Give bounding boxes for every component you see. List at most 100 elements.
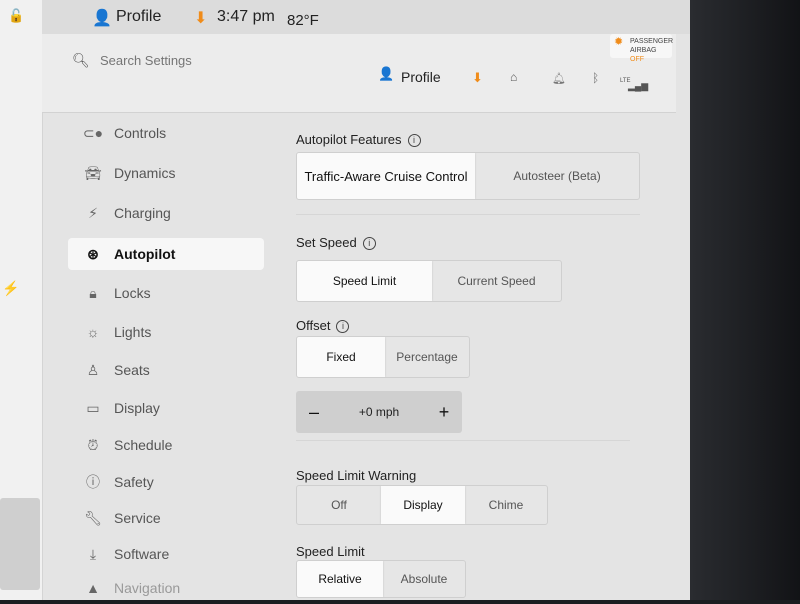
camera-thumbnail[interactable] — [0, 498, 40, 590]
navigation-icon: ▲ — [86, 580, 100, 596]
sidebar-item-label: Software — [114, 546, 170, 562]
alarm-icon: ⏰︎ — [87, 436, 99, 453]
autopilot-features-heading: Autopilot Features i — [296, 132, 421, 148]
sidebar-item-label: Service — [114, 510, 161, 526]
profile-icon[interactable]: 👤 — [378, 66, 394, 82]
airbag-icon: ✹ — [614, 36, 624, 48]
option-speed-limit[interactable]: Speed Limit — [297, 261, 432, 301]
bell-icon[interactable]: 🔔︎ — [552, 72, 566, 85]
airbag-state: OFF — [630, 56, 644, 63]
speed-limit-selector: Relative Absolute — [296, 560, 466, 598]
option-display[interactable]: Display — [381, 486, 465, 524]
info-icon[interactable]: i — [407, 134, 421, 148]
profile-label[interactable]: Profile — [401, 69, 441, 85]
option-relative[interactable]: Relative — [297, 561, 383, 597]
display-icon: ▭ — [86, 399, 100, 416]
offset-value: +0 mph — [358, 405, 400, 419]
left-app-strip: 🔓 ⚡ — [0, 0, 43, 600]
section-divider — [296, 440, 630, 441]
sidebar-item-software[interactable]: ⤓ Software — [68, 538, 264, 570]
option-traffic-aware-cruise-control[interactable]: Traffic-Aware Cruise Control — [297, 153, 475, 199]
info-circle-icon: ⓘ — [86, 474, 100, 490]
toggle-icon: ⊂● — [82, 124, 104, 141]
autopilot-settings: Autopilot Features i Traffic-Aware Cruise… — [282, 112, 682, 600]
airbag-line2: AIRBAG — [630, 47, 657, 54]
search-input[interactable] — [98, 52, 302, 69]
sidebar-item-seats[interactable]: ♙ Seats — [68, 354, 264, 386]
sidebar-item-charging[interactable]: ⚡︎ Charging — [68, 197, 264, 229]
lock-icon: 🔒︎ — [89, 284, 97, 301]
sidebar-item-label: Schedule — [114, 437, 173, 453]
sidebar-item-locks[interactable]: 🔒︎ Locks — [68, 277, 264, 309]
sidebar-item-service[interactable]: 🔧︎ Service — [68, 502, 264, 534]
option-off[interactable]: Off — [297, 486, 381, 524]
autopilot-features-selector: Traffic-Aware Cruise Control Autosteer (… — [296, 152, 640, 200]
status-profile-label[interactable]: Profile — [116, 8, 161, 26]
car-icon: 🚘︎ — [84, 164, 102, 181]
speed-limit-warning-selector: Off Display Chime — [296, 485, 548, 525]
garage-icon[interactable]: ⌂ — [510, 70, 517, 84]
option-fixed[interactable]: Fixed — [297, 337, 385, 377]
sidebar-item-label: Charging — [114, 205, 171, 221]
bolt-icon: ⚡ — [2, 280, 20, 296]
bolt-icon: ⚡︎ — [88, 204, 98, 221]
set-speed-selector: Speed Limit Current Speed — [296, 260, 562, 302]
info-icon[interactable]: i — [336, 320, 350, 334]
software-update-icon[interactable]: ⬇ — [472, 70, 483, 86]
sun-icon: ☼ — [86, 324, 100, 340]
set-speed-heading: Set Speed i — [296, 235, 376, 251]
sidebar-item-label: Safety — [114, 474, 154, 490]
sidebar-item-label: Seats — [114, 362, 150, 378]
offset-heading: Offset i — [296, 318, 350, 334]
download-icon: ⤓ — [89, 545, 97, 562]
speed-limit-warning-label: Speed Limit Warning — [296, 468, 417, 483]
search-icon: 🔍︎ — [72, 52, 90, 68]
passenger-airbag-indicator: ✹ PASSENGER AIRBAG OFF — [610, 34, 673, 63]
sidebar-item-controls[interactable]: ⊂● Controls — [68, 117, 264, 149]
sidebar-item-label: Controls — [114, 125, 167, 141]
section-divider — [296, 214, 640, 215]
increase-offset-button[interactable]: + — [426, 402, 462, 423]
signal-icon: ▂▄▆ — [628, 81, 649, 91]
clock: 3:47 pm — [217, 8, 275, 25]
steering-wheel-icon: ⊛ — [87, 245, 99, 262]
screen-bezel — [690, 0, 800, 600]
tesla-screen: 🔓 ⚡ 👤 Profile ⬇ 3:47 pm 82°F 🔍︎ 👤 Profil… — [0, 0, 690, 600]
sidebar-item-autopilot[interactable]: ⊛ Autopilot — [68, 238, 264, 270]
seat-icon: ♙ — [86, 361, 100, 378]
sidebar-item-lights[interactable]: ☼ Lights — [68, 316, 264, 348]
sidebar-item-schedule[interactable]: ⏰︎ Schedule — [68, 429, 264, 461]
decrease-offset-button[interactable]: – — [296, 402, 332, 423]
profile-icon[interactable]: 👤 — [92, 8, 112, 28]
sidebar-item-label: Autopilot — [114, 246, 176, 262]
wrench-icon: 🔧︎ — [84, 509, 102, 526]
sidebar-item-dynamics[interactable]: 🚘︎ Dynamics — [68, 157, 264, 189]
sidebar-item-label: Locks — [114, 285, 151, 301]
bluetooth-icon[interactable]: ᛒ — [592, 71, 599, 85]
sidebar-item-label: Lights — [114, 324, 152, 340]
info-icon[interactable]: i — [362, 237, 376, 251]
outside-temperature: 82°F — [287, 12, 319, 29]
autopilot-features-label: Autopilot Features — [296, 132, 402, 147]
sidebar-item-label: Display — [114, 400, 160, 416]
option-percentage[interactable]: Percentage — [385, 337, 469, 377]
status-bar: 👤 Profile ⬇ 3:47 pm 82°F — [42, 0, 690, 34]
unlock-icon[interactable]: 🔓 — [8, 8, 24, 24]
speed-limit-label: Speed Limit — [296, 544, 365, 559]
set-speed-label: Set Speed — [296, 235, 357, 250]
option-autosteer[interactable]: Autosteer (Beta) — [475, 153, 639, 199]
sidebar-item-label: Navigation — [114, 580, 181, 596]
sidebar-item-display[interactable]: ▭ Display — [68, 392, 264, 424]
option-absolute[interactable]: Absolute — [383, 561, 465, 597]
sidebar-item-navigation[interactable]: ▲ Navigation — [68, 572, 264, 604]
option-chime[interactable]: Chime — [465, 486, 547, 524]
download-icon[interactable]: ⬇ — [194, 8, 207, 28]
offset-label: Offset — [296, 318, 331, 333]
offset-stepper: – +0 mph + — [296, 391, 462, 433]
settings-header: 🔍︎ 👤 Profile ⬇ ⌂ 🔔︎ ᛒ LTE ▂▄▆ — [42, 34, 676, 113]
settings-sidebar: ⊂● Controls 🚘︎ Dynamics ⚡︎ Charging ⊛ Autopi… — [62, 112, 272, 600]
option-current-speed[interactable]: Current Speed — [432, 261, 561, 301]
sidebar-item-safety[interactable]: ⓘ Safety — [68, 466, 264, 498]
sidebar-item-label: Dynamics — [114, 165, 176, 181]
offset-selector: Fixed Percentage — [296, 336, 470, 378]
